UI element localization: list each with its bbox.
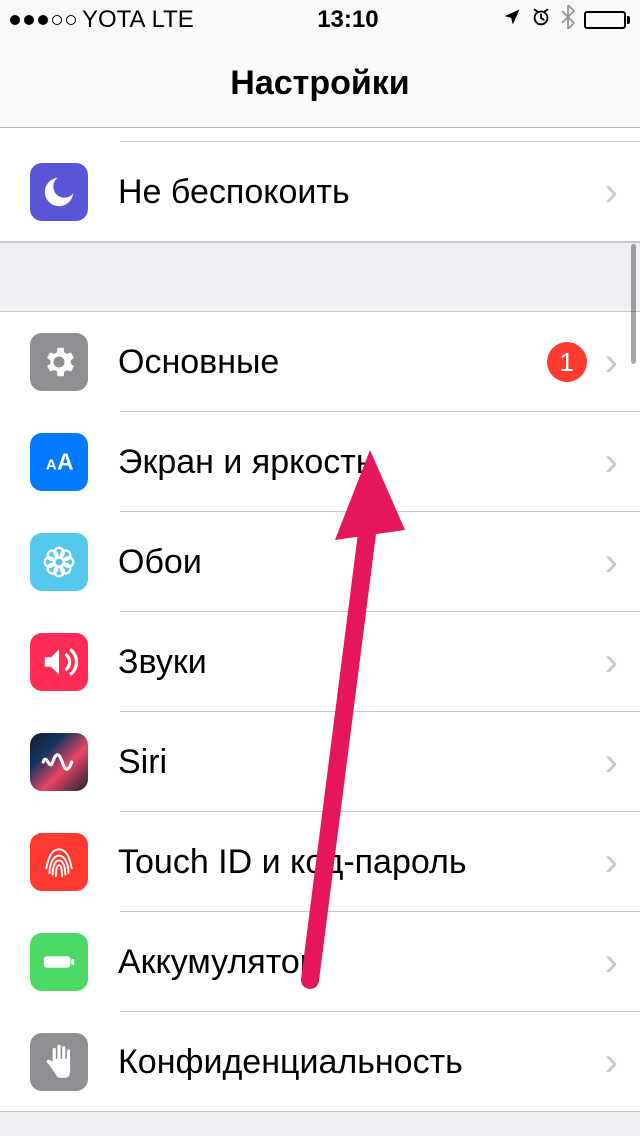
chevron-right-icon: › — [605, 1040, 618, 1085]
moon-icon — [30, 163, 88, 221]
fingerprint-icon — [30, 833, 88, 891]
gear-icon — [30, 333, 88, 391]
page-title: Настройки — [230, 64, 409, 103]
status-bar: YOTA LTE 13:10 — [0, 0, 640, 40]
row-label: Основные — [118, 343, 547, 382]
chevron-right-icon: › — [605, 840, 618, 885]
svg-text:A: A — [57, 449, 73, 475]
notification-badge: 1 — [547, 342, 587, 382]
row-touch-id[interactable]: Touch ID и код-пароль › — [0, 812, 640, 912]
chevron-right-icon: › — [605, 640, 618, 685]
chevron-right-icon: › — [605, 340, 618, 385]
battery-icon — [584, 11, 630, 29]
row-label: Не беспокоить — [118, 173, 605, 212]
speaker-icon — [30, 633, 88, 691]
chevron-right-icon: › — [605, 940, 618, 985]
bluetooth-icon — [560, 5, 576, 36]
chevron-right-icon: › — [605, 740, 618, 785]
clock: 13:10 — [317, 6, 378, 34]
alarm-icon — [530, 6, 552, 35]
row-label: Siri — [118, 743, 605, 782]
location-icon — [502, 7, 522, 33]
row-label: Конфиденциальность — [118, 1043, 605, 1082]
row-wallpaper[interactable]: Обои › — [0, 512, 640, 612]
row-label: Экран и яркость — [118, 443, 605, 482]
row-display-brightness[interactable]: AA Экран и яркость › — [0, 412, 640, 512]
flower-icon — [30, 533, 88, 591]
row-privacy[interactable]: Конфиденциальность › — [0, 1012, 640, 1112]
row-do-not-disturb[interactable]: Не беспокоить › — [0, 142, 640, 242]
row-general[interactable]: Основные 1 › — [0, 312, 640, 412]
battery-row-icon — [30, 933, 88, 991]
svg-text:A: A — [46, 457, 57, 474]
chevron-right-icon: › — [605, 440, 618, 485]
row-siri[interactable]: Siri › — [0, 712, 640, 812]
previous-row-edge — [0, 128, 640, 142]
chevron-right-icon: › — [605, 540, 618, 585]
siri-icon — [30, 733, 88, 791]
row-battery[interactable]: Аккумулятор › — [0, 912, 640, 1012]
network-label: LTE — [152, 6, 194, 34]
chevron-right-icon: › — [605, 170, 618, 215]
row-label: Touch ID и код-пароль — [118, 843, 605, 882]
hand-icon — [30, 1033, 88, 1091]
section-gap — [0, 242, 640, 312]
row-label: Обои — [118, 543, 605, 582]
row-label: Звуки — [118, 643, 605, 682]
signal-strength-icon — [10, 15, 76, 25]
text-size-icon: AA — [30, 433, 88, 491]
carrier-label: YOTA — [82, 6, 146, 34]
row-sounds[interactable]: Звуки › — [0, 612, 640, 712]
row-label: Аккумулятор — [118, 943, 605, 982]
scroll-indicator[interactable] — [631, 244, 636, 364]
nav-header: Настройки — [0, 40, 640, 128]
